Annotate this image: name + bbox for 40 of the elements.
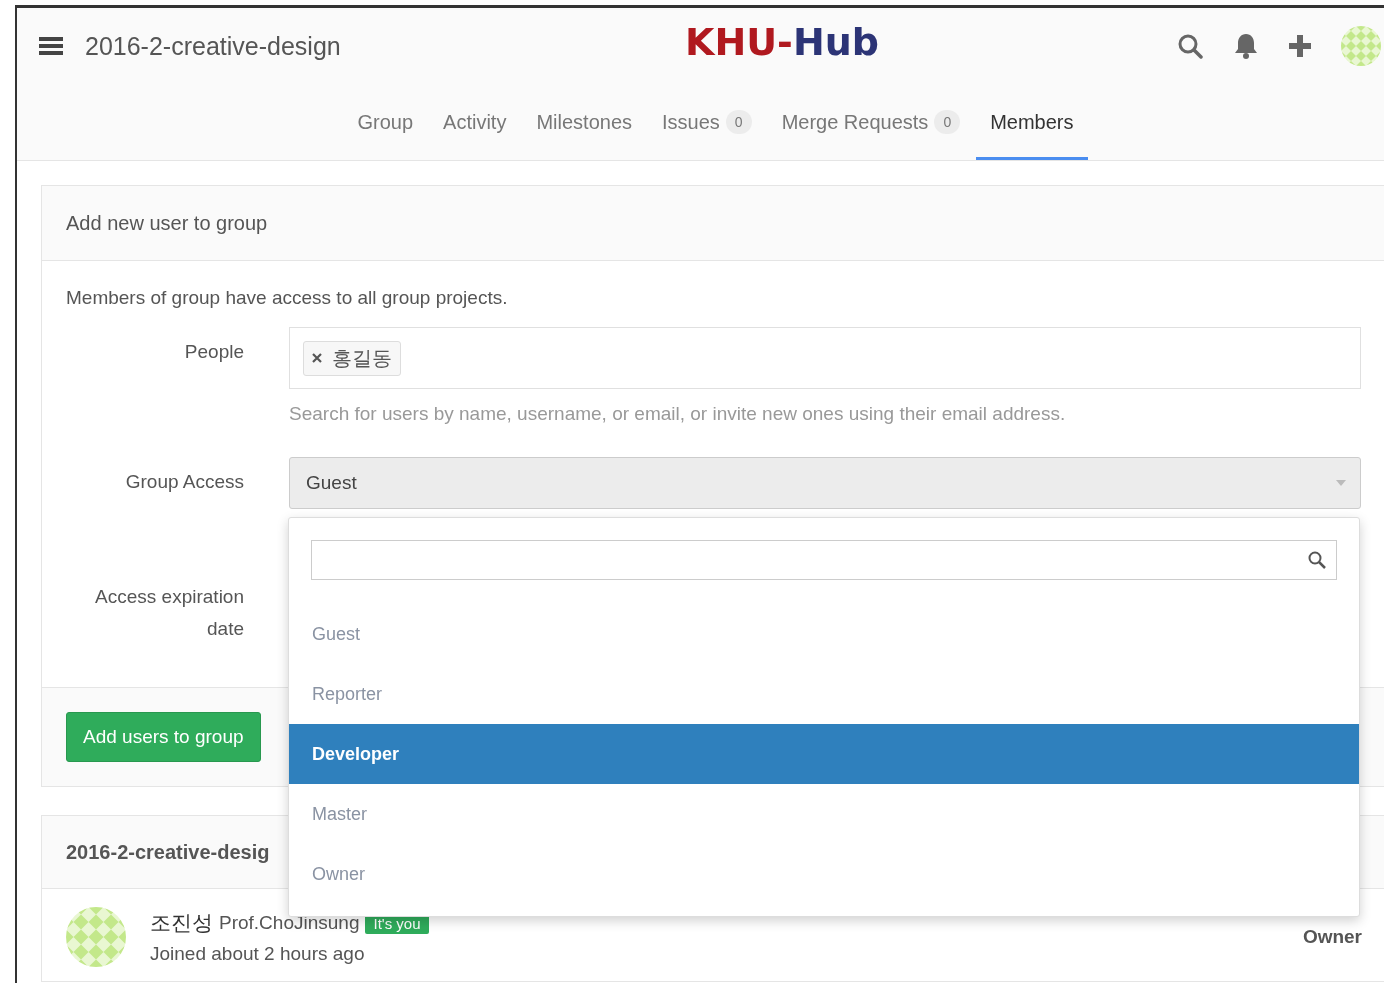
access-option[interactable]: Reporter: [289, 664, 1359, 724]
nav-tab[interactable]: Group: [343, 84, 428, 160]
nav-tab[interactable]: Merge Requests 0: [767, 84, 975, 160]
help-text: Search for users by name, username, or email, or invite new ones using their email address.: [289, 403, 1067, 425]
plus-icon[interactable]: [1289, 35, 1311, 57]
group-title[interactable]: 2016-2-creative-design: [85, 31, 341, 61]
access-select[interactable]: Guest: [289, 457, 1361, 509]
access-option[interactable]: Developer: [289, 724, 1359, 784]
count-badge: 0: [934, 110, 961, 134]
nav-tab[interactable]: Activity: [429, 84, 521, 160]
user-token[interactable]: 홍길동: [303, 340, 401, 376]
panel-title: 2016-2-creative-desig: [66, 840, 270, 864]
member-name: 조진성: [150, 910, 213, 936]
token-label: 홍길동: [332, 345, 392, 371]
nav-tab[interactable]: Milestones: [522, 84, 646, 160]
intro-text: Members of group have access to all group projects.: [66, 287, 509, 309]
field-label: People: [183, 340, 244, 364]
menu-icon[interactable]: [39, 37, 63, 55]
nav-tab[interactable]: Issues 0: [648, 84, 766, 160]
member-role: Owner: [1302, 926, 1362, 948]
dropdown-search-field[interactable]: [311, 540, 1337, 580]
close-icon[interactable]: [312, 353, 322, 363]
people-field[interactable]: 홍길동: [289, 327, 1361, 389]
avatar-icon: [66, 907, 126, 967]
joined-text: Joined about 2 hours ago: [150, 943, 366, 965]
search-icon: [1308, 551, 1326, 569]
add-users-button[interactable]: Add users to group: [66, 712, 261, 762]
panel-title: Add new user to group: [66, 211, 268, 235]
field-label: Group Access: [124, 470, 244, 494]
access-option[interactable]: Guest: [289, 604, 1359, 664]
member-username: Prof.ChoJinsung: [219, 912, 360, 934]
count-badge: 0: [725, 110, 752, 134]
caret-icon: [1336, 480, 1346, 486]
nav-tab[interactable]: Members: [976, 84, 1088, 160]
access-option[interactable]: Owner: [289, 844, 1359, 904]
field-label: Access expiration date: [94, 585, 244, 641]
logo[interactable]: KHU-Hub: [685, 20, 879, 64]
search-icon[interactable]: [1177, 33, 1203, 59]
access-option[interactable]: Master: [289, 784, 1359, 844]
bell-icon[interactable]: [1233, 32, 1259, 60]
